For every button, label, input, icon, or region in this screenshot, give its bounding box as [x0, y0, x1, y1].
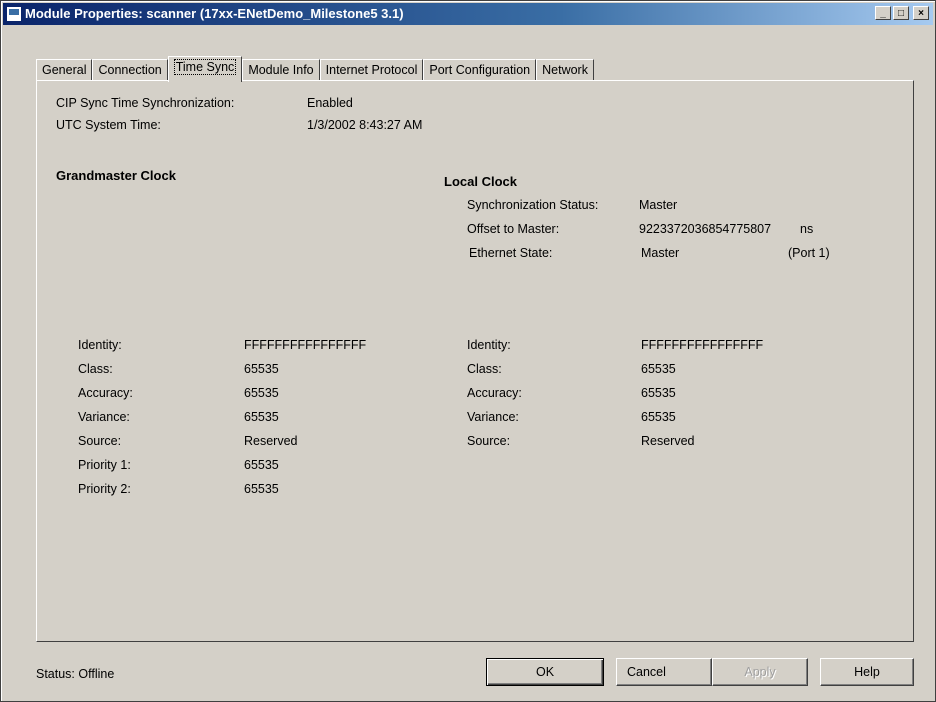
- tab-internet-protocol[interactable]: Internet Protocol: [319, 59, 424, 81]
- minimize-button[interactable]: _: [875, 6, 891, 20]
- window-title: Module Properties: scanner (17xx-ENetDem…: [25, 6, 404, 21]
- help-button[interactable]: Help: [820, 658, 914, 686]
- title-bar: Module Properties: scanner (17xx-ENetDem…: [3, 3, 933, 25]
- time-sync-panel: [36, 80, 914, 642]
- apply-button[interactable]: Apply: [712, 658, 808, 686]
- window-icon: [6, 6, 22, 22]
- tab-time-sync[interactable]: Time Sync: [167, 56, 243, 82]
- tab-network[interactable]: Network: [536, 59, 594, 81]
- cancel-button[interactable]: Cancel: [616, 658, 712, 686]
- tab-port-configuration[interactable]: Port Configuration: [423, 59, 537, 81]
- status-text: Status: Offline: [36, 667, 115, 681]
- close-button[interactable]: ×: [913, 6, 929, 20]
- tab-general[interactable]: General: [36, 59, 93, 81]
- tab-connection[interactable]: Connection: [92, 59, 168, 81]
- ok-button[interactable]: OK: [486, 658, 604, 686]
- tab-module-info[interactable]: Module Info: [242, 59, 320, 81]
- tab-strip: General Connection Time Sync Module Info…: [36, 56, 594, 82]
- maximize-button[interactable]: □: [893, 6, 909, 20]
- tab-time-sync-label: Time Sync: [173, 59, 237, 75]
